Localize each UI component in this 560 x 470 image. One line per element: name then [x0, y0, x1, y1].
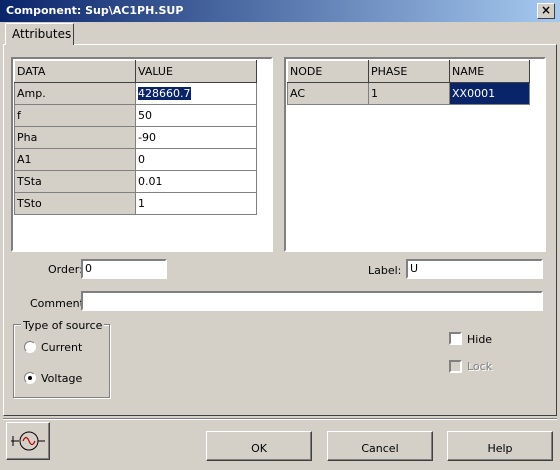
window-title: Component: Sup\AC1PH.SUP	[6, 4, 184, 17]
tab-label: Attributes	[12, 27, 72, 41]
row-name: A1	[14, 148, 136, 171]
value-cell[interactable]: 50	[135, 104, 257, 127]
table-row[interactable]: Pha -90	[14, 126, 257, 149]
row-name: Pha	[14, 126, 136, 149]
table-row[interactable]: TSta 0.01	[14, 170, 257, 193]
value-cell[interactable]: 0	[135, 148, 257, 171]
order-label: Order:	[48, 263, 83, 276]
name-cell-selected[interactable]: XX0001	[449, 82, 530, 105]
separator	[3, 418, 557, 420]
current-radio[interactable]	[24, 341, 36, 353]
comment-input[interactable]	[81, 291, 543, 311]
title-bar: Component: Sup\AC1PH.SUP ×	[0, 0, 560, 22]
value-cell[interactable]: 1	[135, 192, 257, 215]
hide-checkbox[interactable]	[449, 332, 462, 345]
column-header-node[interactable]: NODE	[287, 60, 369, 83]
column-header-value[interactable]: VALUE	[135, 60, 257, 83]
lock-checkbox	[449, 360, 462, 373]
voltage-radio[interactable]	[24, 372, 36, 384]
lock-checkbox-label: Lock	[467, 360, 493, 373]
radio-selected-dot	[28, 376, 32, 380]
row-name: Amp.	[14, 82, 136, 105]
row-name: f	[14, 104, 136, 127]
ok-button[interactable]: OK	[206, 431, 312, 461]
table-row[interactable]: TSto 1	[14, 192, 257, 215]
data-grid[interactable]: DATA VALUE Amp. 428660.7 f 50 Pha -90 A1…	[11, 57, 273, 252]
row-name: TSto	[14, 192, 136, 215]
component-icon-button[interactable]	[6, 422, 50, 460]
voltage-radio-label[interactable]: Voltage	[41, 372, 82, 385]
close-button[interactable]: ×	[537, 3, 555, 19]
order-input[interactable]: 0	[81, 259, 167, 279]
help-button-label: Help	[487, 442, 513, 455]
comment-label: Comment:	[30, 297, 88, 310]
cancel-button[interactable]: Cancel	[327, 431, 433, 461]
table-row[interactable]: AC 1 XX0001	[287, 82, 530, 105]
help-button[interactable]: Help	[447, 431, 553, 461]
value-cell-selected[interactable]: 428660.7	[138, 87, 191, 100]
column-header-phase[interactable]: PHASE	[368, 60, 450, 83]
label-label: Label:	[368, 264, 402, 277]
hide-checkbox-label[interactable]: Hide	[467, 333, 492, 346]
ok-button-label: OK	[251, 442, 267, 455]
cancel-button-label: Cancel	[361, 442, 399, 455]
table-row[interactable]: f 50	[14, 104, 257, 127]
current-radio-label[interactable]: Current	[41, 341, 82, 354]
label-input[interactable]: U	[406, 259, 543, 279]
table-row[interactable]: Amp. 428660.7	[14, 82, 257, 105]
column-header-name[interactable]: NAME	[449, 60, 530, 83]
ac-source-icon	[11, 431, 45, 451]
row-name: TSta	[14, 170, 136, 193]
value-cell[interactable]: -90	[135, 126, 257, 149]
tab-attributes[interactable]: Attributes	[5, 23, 74, 45]
node-cell: AC	[287, 82, 369, 105]
source-type-caption: Type of source	[21, 319, 105, 332]
node-grid[interactable]: NODE PHASE NAME AC 1 XX0001	[284, 57, 546, 252]
source-type-group	[13, 324, 110, 398]
phase-cell: 1	[368, 82, 450, 105]
column-header-data[interactable]: DATA	[14, 60, 136, 83]
table-row[interactable]: A1 0	[14, 148, 257, 171]
value-cell[interactable]: 0.01	[135, 170, 257, 193]
